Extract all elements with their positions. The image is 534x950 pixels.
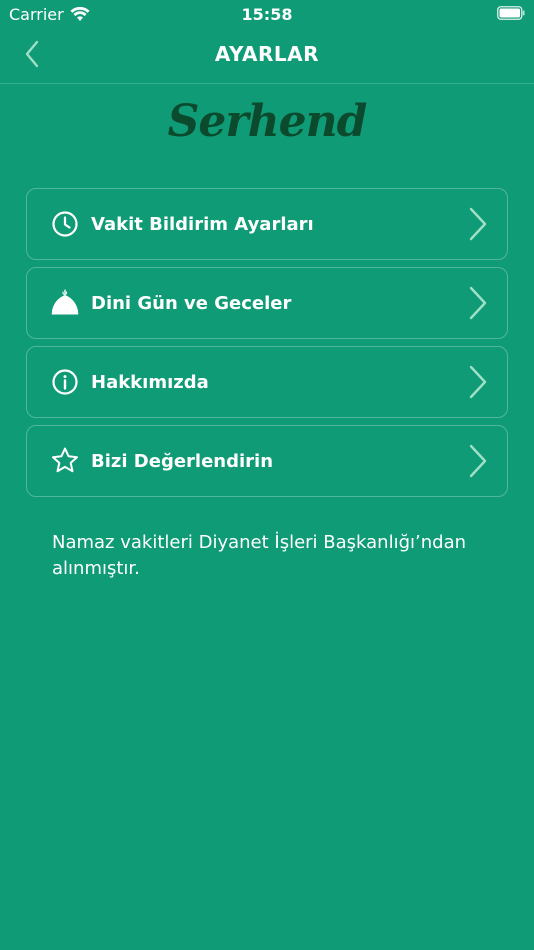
chevron-right-icon: [469, 444, 487, 478]
menu-item-label: Vakit Bildirim Ayarları: [91, 213, 314, 235]
menu-item-about-us[interactable]: Hakkımızda: [26, 346, 508, 418]
menu-item-religious-days[interactable]: Dini Gün ve Geceler: [26, 267, 508, 339]
mosque-dome-icon: [50, 288, 80, 318]
app-logo: Serhend: [167, 96, 368, 147]
menu-item-label: Dini Gün ve Geceler: [91, 292, 292, 314]
star-icon: [50, 446, 80, 476]
navigation-bar: AYARLAR: [0, 28, 534, 84]
chevron-right-icon: [469, 286, 487, 320]
status-time: 15:58: [241, 5, 293, 24]
battery-icon: [497, 6, 525, 20]
data-source-note: Namaz vakitleri Diyanet İşleri Başkanlığ…: [52, 532, 467, 579]
page-title: AYARLAR: [214, 42, 320, 66]
menu-item-label: Hakkımızda: [91, 371, 209, 393]
clock-icon: [50, 209, 80, 239]
menu-item-notification-settings[interactable]: Vakit Bildirim Ayarları: [26, 188, 508, 260]
settings-menu: Vakit Bildirim Ayarları Dini Gün ve Gece…: [26, 188, 508, 504]
chevron-right-icon: [469, 207, 487, 241]
menu-item-rate-us[interactable]: Bizi Değerlendirin: [26, 425, 508, 497]
status-bar: Carrier 15:58: [0, 0, 534, 28]
menu-item-label: Bizi Değerlendirin: [91, 450, 274, 472]
chevron-right-icon: [469, 365, 487, 399]
info-icon: [50, 367, 80, 397]
